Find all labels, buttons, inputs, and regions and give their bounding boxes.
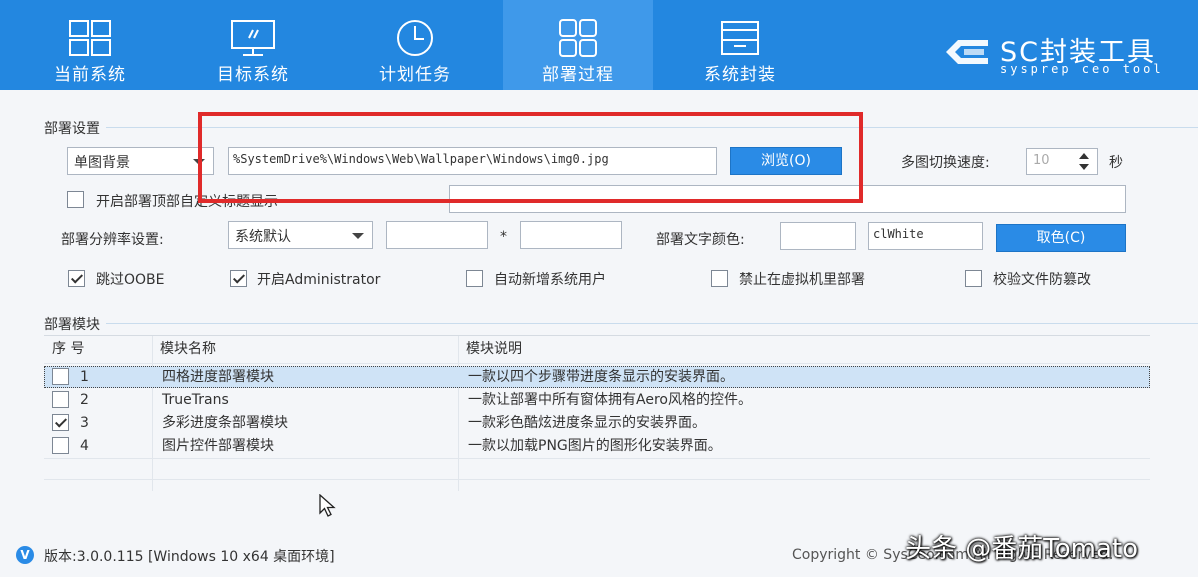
tab-label: 当前系统 [54,65,126,85]
verify-files-checkbox[interactable] [965,270,982,287]
tab-current-system[interactable]: 当前系统 [15,0,165,90]
background-mode-select[interactable]: 单图背景 [67,147,214,175]
arrow-up-icon[interactable] [1079,153,1089,159]
row-desc: 一款彩色酷炫进度条显示的安装界面。 [468,415,706,431]
switch-speed-label: 多图切换速度: [901,155,990,171]
enable-administrator-checkbox[interactable] [230,270,247,287]
top-navigation-bar: 当前系统 目标系统 计划任务 部署过程 系统封装 SC封装工具 sysprep … [0,0,1198,90]
row-desc: 一款以四个步骤带进度条显示的安装界面。 [468,369,734,385]
chevron-down-icon [352,233,364,239]
version-text: 版本:3.0.0.115 [Windows 10 x64 桌面环境] [44,549,335,565]
resolution-mode-value: 系统默认 [235,229,291,245]
header-no[interactable]: 序 号 [52,336,85,362]
arrow-down-icon[interactable] [1079,164,1089,170]
header-name[interactable]: 模块名称 [160,336,216,362]
text-color-swatch[interactable] [780,222,856,250]
resolution-label: 部署分辨率设置: [61,232,164,248]
tab-scheduled-tasks[interactable]: 计划任务 [340,0,490,90]
text-color-label: 部署文字颜色: [656,232,745,248]
group-divider [44,127,1198,128]
row-name: TrueTrans [162,392,229,408]
row-desc: 一款让部署中所有窗体拥有Aero风格的控件。 [468,392,752,408]
switch-speed-stepper[interactable]: 10 [1026,148,1098,175]
browse-button[interactable]: 浏览(O) [730,147,842,175]
skip-oobe-label: 跳过OOBE [96,272,165,288]
verify-files-label: 校验文件防篡改 [993,272,1091,288]
brand-subtitle: sysprep ceo tool [1000,62,1164,76]
row-checkbox[interactable] [52,414,69,431]
modules-title: 部署模块 [44,314,106,334]
table-row[interactable]: 4 图片控件部署模块 一款以加载PNG图片的图形化安装界面。 [44,435,1150,457]
block-vm-deploy-checkbox[interactable] [711,270,728,287]
text-color-name-input[interactable]: clWhite [868,222,983,250]
resolution-height-input[interactable] [520,221,622,249]
modules-table: 序 号 模块名称 模块说明 1 四格进度部署模块 一款以四个步骤带进度条显示的安… [44,335,1150,491]
row-divider [44,458,1150,459]
mouse-cursor-icon [319,494,336,517]
row-divider [44,479,1150,480]
brand-logo: SC封装工具 sysprep ceo tool [940,28,1190,78]
tab-label: 计划任务 [379,65,451,85]
version-icon: V [16,546,34,564]
switch-speed-value: 10 [1033,153,1050,168]
pick-color-button[interactable]: 取色(C) [996,224,1126,252]
group-divider [44,323,1198,324]
row-no: 1 [80,369,89,385]
sc-logo-icon [946,40,988,64]
skip-oobe-checkbox[interactable] [68,270,85,287]
row-no: 2 [80,392,89,408]
blocks-icon [559,19,597,57]
tab-label: 系统封装 [704,65,776,85]
clock-icon [397,20,433,56]
header-desc[interactable]: 模块说明 [466,336,522,362]
tab-label: 部署过程 [542,65,614,85]
row-name: 图片控件部署模块 [162,438,274,454]
background-mode-value: 单图背景 [74,155,130,171]
package-icon [721,21,759,55]
enable-administrator-label: 开启Administrator [257,272,381,288]
row-desc: 一款以加载PNG图片的图形化安装界面。 [468,438,722,454]
auto-add-user-label: 自动新增系统用户 [494,272,606,288]
row-name: 四格进度部署模块 [162,369,274,385]
table-row[interactable]: 2 TrueTrans 一款让部署中所有窗体拥有Aero风格的控件。 [44,389,1150,411]
wallpaper-path-input[interactable]: %SystemDrive%\Windows\Web\Wallpaper\Wind… [228,147,717,175]
resolution-times-sign: * [500,229,507,245]
resolution-mode-select[interactable]: 系统默认 [228,221,373,249]
tab-deploy-process[interactable]: 部署过程 [503,0,653,90]
table-row[interactable]: 3 多彩进度条部署模块 一款彩色酷炫进度条显示的安装界面。 [44,412,1150,434]
row-checkbox[interactable] [52,391,69,408]
block-vm-deploy-label: 禁止在虚拟机里部署 [739,272,865,288]
tab-target-system[interactable]: 目标系统 [178,0,328,90]
row-checkbox[interactable] [52,437,69,454]
table-row[interactable]: 1 四格进度部署模块 一款以四个步骤带进度条显示的安装界面。 [44,366,1150,388]
resolution-width-input[interactable] [386,221,488,249]
windows-grid-icon [69,20,111,56]
header-divider [44,363,1150,364]
tab-system-package[interactable]: 系统封装 [665,0,815,90]
watermark-text: 头条 @番茄Tomato [905,534,1138,564]
row-checkbox[interactable] [52,368,69,385]
deploy-settings-title: 部署设置 [44,118,106,138]
auto-add-user-checkbox[interactable] [466,270,483,287]
custom-title-checkbox-label: 开启部署顶部自定义标题显示 [96,194,278,210]
row-no: 3 [80,415,89,431]
monitor-icon [231,20,275,56]
custom-title-checkbox[interactable] [67,191,84,208]
chevron-down-icon [193,159,205,165]
row-name: 多彩进度条部署模块 [162,415,288,431]
tab-label: 目标系统 [217,65,289,85]
seconds-label: 秒 [1109,155,1123,171]
custom-title-input[interactable] [449,185,1126,213]
row-no: 4 [80,438,89,454]
